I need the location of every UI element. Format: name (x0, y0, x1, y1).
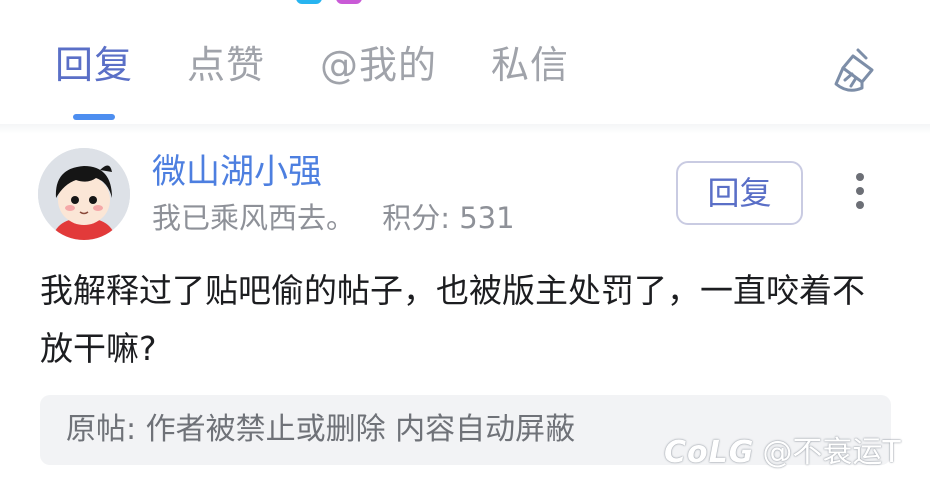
tab-likes[interactable]: 点赞 (187, 40, 265, 90)
tab-messages[interactable]: 私信 (491, 40, 569, 90)
username[interactable]: 微山湖小强 (152, 150, 322, 194)
watermark-text: @不衰运T (762, 435, 901, 470)
notifications-page: 回复 点赞 @我的 私信 微山湖小强 我已乘风西去。 积分: 531 回复 我解… (0, 0, 930, 493)
tab-mentions[interactable]: @我的 (320, 40, 437, 90)
more-vertical-icon[interactable] (846, 170, 874, 216)
active-tab-indicator (73, 114, 115, 120)
watermark: CoLG @不衰运T (664, 433, 901, 473)
watermark-logo: CoLG (664, 435, 755, 470)
tab-bar: 回复 点赞 @我的 私信 (0, 0, 930, 124)
user-score: 积分: 531 (382, 201, 515, 235)
header-divider (0, 124, 930, 134)
user-signature: 我已乘风西去。 (152, 201, 356, 235)
user-meta: 我已乘风西去。 积分: 531 (152, 198, 515, 238)
reply-button[interactable]: 回复 (676, 161, 803, 225)
tab-replies[interactable]: 回复 (55, 40, 133, 90)
broom-icon[interactable] (828, 44, 882, 98)
avatar-image (38, 148, 130, 240)
avatar[interactable] (38, 148, 130, 240)
comment-text: 我解释过了贴吧偷的帖子，也被版主处罚了，一直咬着不放干嘛? (40, 271, 865, 368)
